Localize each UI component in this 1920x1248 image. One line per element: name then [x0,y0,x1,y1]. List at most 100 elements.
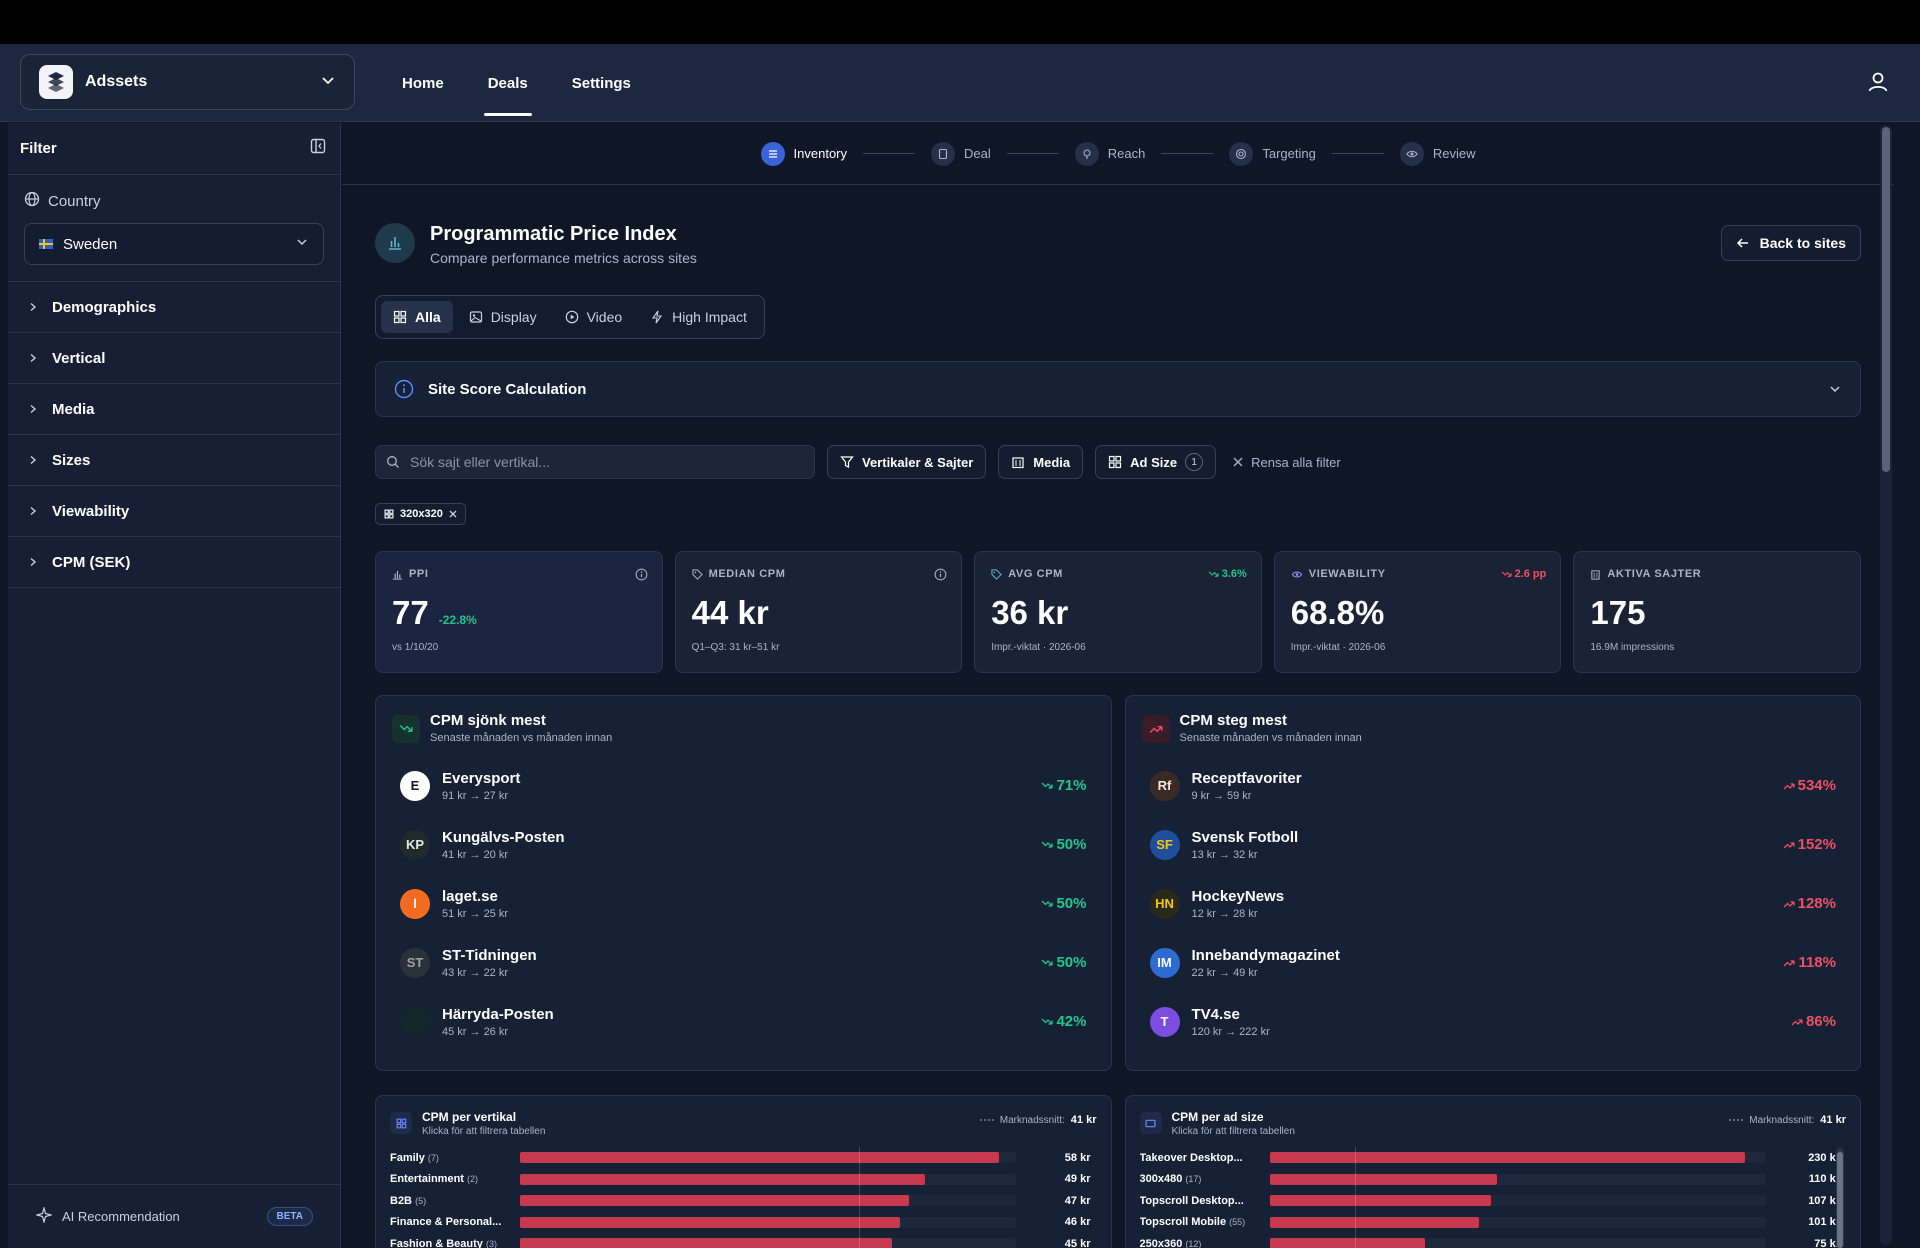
bar-row[interactable]: Finance & Personal... 46 kr [390,1212,1097,1234]
site-mover-row[interactable]: E Everysport 91 kr → 27 kr 71% [392,756,1095,815]
media-button[interactable]: Media [998,445,1084,479]
market-average-line [859,1147,860,1248]
search-input[interactable] [410,454,804,470]
bar-category: Family (7) [390,1152,518,1164]
site-mover-row[interactable]: SF Svensk Fotboll 13 kr → 32 kr 152% [1142,815,1845,874]
bar-row[interactable]: Family (7) 58 kr [390,1147,1097,1169]
site-search[interactable] [375,445,815,479]
clear-filters-button[interactable]: Rensa alla filter [1232,455,1341,470]
step-targeting[interactable]: Targeting [1229,141,1316,166]
bar-category: Finance & Personal... [390,1216,518,1228]
kpi-value: 175 [1590,594,1646,631]
site-mover-row[interactable]: HN HockeyNews 12 kr → 28 kr 128% [1142,874,1845,933]
page-scrollbar[interactable] [1880,125,1892,1245]
site-score-accordion[interactable]: Site Score Calculation [375,361,1861,417]
kpi-value: 36 kr [991,594,1069,631]
tab-high-impact[interactable]: High Impact [638,301,759,333]
verticals-sites-button[interactable]: Vertikaler & Sajter [827,445,987,479]
tag-icon [692,568,703,580]
site-mover-row[interactable]: IM Innebandymagazinet 22 kr → 49 kr 118% [1142,933,1845,992]
bar-row[interactable]: B2B (5) 47 kr [390,1190,1097,1212]
collapse-sidebar-icon[interactable] [310,138,326,159]
filter-section-vertical[interactable]: Vertical [8,333,340,384]
kpi-value: 77 [392,594,429,631]
cpm-range: 13 kr → 32 kr [1191,848,1258,861]
beta-badge: BETA [266,1207,313,1226]
top-header: Adssets Home Deals Settings [0,44,1920,122]
remove-chip-icon[interactable] [449,510,457,518]
filter-section-viewability[interactable]: Viewability [8,486,340,537]
filter-section-cpm[interactable]: CPM (SEK) [8,537,340,588]
change-percent: 42% [1041,1013,1087,1030]
category-count: (7) [427,1152,439,1163]
bar-fill [520,1216,900,1228]
back-to-sites-button[interactable]: Back to sites [1720,225,1861,261]
panel-subtitle: Klicka för att filtrera tabellen [422,1126,546,1137]
bar-fill [1269,1238,1425,1248]
trend-down-icon [1042,841,1054,848]
dashed-line-icon [1729,1119,1744,1121]
bar-row[interactable]: Entertainment (2) 49 kr [390,1169,1097,1191]
cpm-movers: CPM sjönk mest Senaste månaden vs månade… [375,695,1861,1071]
kpi-viewability: VIEWABILITY 68.8% Impr.-viktat · 2026-06… [1273,551,1562,673]
filter-toolbar: Vertikaler & Sajter Media Ad Size 1 Rens… [375,445,1861,479]
tab-display[interactable]: Display [457,301,549,333]
site-name: Härryda-Posten [442,1005,554,1023]
country-select[interactable]: Sweden [24,223,324,265]
category-name: Fashion & Beauty [390,1237,483,1248]
info-icon[interactable] [635,568,648,581]
ai-recommendation-button[interactable]: AI Recommendation BETA [8,1184,341,1248]
tab-alla[interactable]: Alla [381,301,453,333]
grid-icon [390,1112,412,1134]
kpi-cards: PPI 77 -22.8% vs 1/10/20 MEDIAN CPM 44 kr… [375,551,1861,673]
step-review[interactable]: Review [1399,141,1475,166]
category-count: (17) [1185,1174,1202,1185]
site-mover-row[interactable]: KP Kungälvs-Posten 41 kr → 20 kr 50% [392,815,1095,874]
scrollbar-thumb[interactable] [1882,127,1890,472]
change-percent: 128% [1783,895,1836,912]
workspace-selector[interactable]: Adssets [20,54,355,110]
step-reach[interactable]: Reach [1074,141,1145,166]
site-mover-row[interactable]: Härryda-Posten 45 kr → 26 kr 42% [392,992,1095,1051]
bar-row[interactable]: Fashion & Beauty (3) 45 kr [390,1233,1097,1248]
bar-row[interactable]: Topscroll Mobile (55) 101 kr [1140,1212,1847,1234]
site-name: laget.se [442,887,498,905]
filter-section-demographics[interactable]: Demographics [8,282,340,333]
user-account-icon[interactable] [1866,70,1890,94]
nav-settings[interactable]: Settings [550,44,653,122]
change-percent: 50% [1041,895,1087,912]
nav-deals[interactable]: Deals [466,44,550,122]
scrollbar-thumb[interactable] [1837,1152,1843,1248]
bar-category: Takeover Desktop... [1140,1152,1268,1164]
nav-home[interactable]: Home [380,44,466,122]
info-icon[interactable] [934,568,947,581]
site-mover-row[interactable]: T TV4.se 120 kr → 222 kr 86% [1142,992,1845,1051]
site-mover-row[interactable]: Rf Receptfavoriter 9 kr → 59 kr 534% [1142,756,1845,815]
panel-scrollbar[interactable] [1836,1148,1844,1248]
image-icon [469,311,482,323]
eye-icon [1291,571,1302,577]
kpi-sub: Impr.-viktat · 2026-06 [1290,642,1386,653]
cpm-range: 91 kr → 27 kr [442,789,509,802]
bar-fill [520,1195,909,1207]
kpi-sub: Impr.-viktat · 2026-06 [991,642,1086,653]
change-percent: 86% [1791,1013,1836,1030]
step-inventory[interactable]: Inventory [760,141,847,166]
ad-size-button[interactable]: Ad Size 1 [1095,445,1217,479]
bar-row[interactable]: Takeover Desktop... 230 kr [1140,1147,1847,1169]
site-logo: l [400,888,430,919]
step-deal[interactable]: Deal [931,141,991,166]
site-info: Everysport 91 kr → 27 kr [442,770,520,802]
bar-row[interactable]: Topscroll Desktop... 107 kr [1140,1190,1847,1212]
tab-video[interactable]: Video [553,301,635,333]
trend-down-icon [1042,959,1054,966]
filter-section-sizes[interactable]: Sizes [8,435,340,486]
site-logo: SF [1149,829,1180,860]
filter-section-media[interactable]: Media [8,384,340,435]
bar-row[interactable]: 250x360 (12) 75 kr [1140,1233,1847,1248]
bar-row[interactable]: 300x480 (17) 110 kr [1140,1169,1847,1191]
country-filter: Country Sweden [8,175,340,282]
site-mover-row[interactable]: l laget.se 51 kr → 25 kr 50% [392,874,1095,933]
trend-down-icon [392,715,420,743]
site-mover-row[interactable]: ST ST-Tidningen 43 kr → 22 kr 50% [392,933,1095,992]
